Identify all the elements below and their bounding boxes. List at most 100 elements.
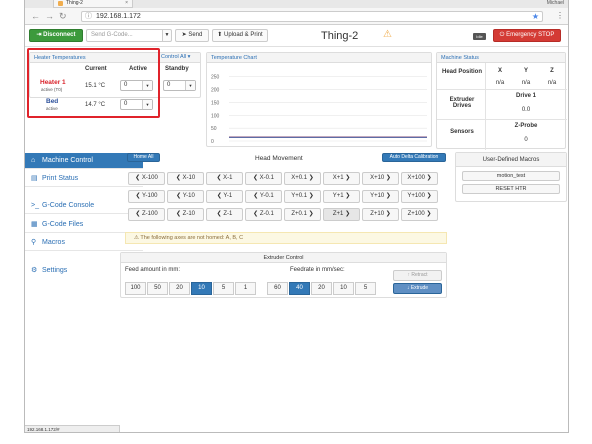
feedrate-button[interactable]: 5 [355,282,376,295]
move-button[interactable]: X+100 ❯ [401,172,438,185]
drive1-label: Drive 1 [515,93,536,99]
home-icon: ⌂ [31,157,36,164]
machine-status-title: Machine Status [437,53,565,63]
y-tick-label: 250 [211,75,220,81]
url-text: 192.168.1.172 [96,13,141,20]
status-badge: Idle [473,33,486,40]
move-button[interactable]: Z+10 ❯ [362,208,399,221]
extruder-drives-label: Extruder Drives [449,97,475,109]
feed-amount-button[interactable]: 1 [235,282,256,295]
move-button[interactable]: ❮ Y-1 [206,190,243,203]
sidebar-item-gcode-console[interactable]: >_ G-Code Console [25,198,143,214]
feed-amount-button[interactable]: 50 [147,282,168,295]
move-button[interactable]: Z+1 ❯ [323,208,360,221]
back-icon[interactable]: ← [31,11,40,21]
upload-print-button[interactable]: ⬆ Upload & Print [212,29,268,42]
move-button[interactable]: ❮ X-0.1 [245,172,282,185]
move-button[interactable]: ❮ Y-0.1 [245,190,282,203]
address-bar[interactable]: ⓘ 192.168.1.172 ★ [81,11,543,22]
settings-icon: ⚙ [31,267,38,274]
feed-amount-button[interactable]: 100 [125,282,146,295]
sidebar-item-machine-control[interactable]: ⌂ Machine Control [25,153,143,169]
move-button[interactable]: ❮ X-100 [128,172,165,185]
status-bar-url: 192.168.1.172/# [25,425,120,432]
retract-button[interactable]: ↑ Retract [393,270,442,281]
profile-name[interactable]: Michael [547,0,564,7]
feedrate-button[interactable]: 10 [333,282,354,295]
move-button[interactable]: ❮ Z-10 [167,208,204,221]
send-button[interactable]: ➤ Send [175,29,209,42]
emergency-stop-button[interactable]: ⏻ Emergency STOP [493,29,561,42]
info-icon[interactable]: ⓘ [85,12,92,22]
y-tick-label: 200 [211,88,220,94]
tab-title: Thing-2 [66,0,83,6]
y-tick-label: 100 [211,113,220,119]
feedrate-button[interactable]: 40 [289,282,310,295]
move-button[interactable]: ❮ X-10 [167,172,204,185]
bookmark-star-icon[interactable]: ★ [532,12,539,22]
move-button[interactable]: ❮ X-1 [206,172,243,185]
feedrate-button[interactable]: 20 [311,282,332,295]
favicon-icon [58,1,63,6]
feed-amount-button[interactable]: 20 [169,282,190,295]
move-button[interactable]: ❮ Z-100 [128,208,165,221]
move-button[interactable]: Y+1 ❯ [323,190,360,203]
move-button[interactable]: Z+100 ❯ [401,208,438,221]
feed-amount-button[interactable]: 5 [213,282,234,295]
sidebar-item-gcode-files[interactable]: ▦ G-Code Files [25,217,143,233]
axis-x-label: X [497,68,502,74]
feedrate-button[interactable]: 60 [267,282,288,295]
temperature-chart-panel: Temperature Chart 0 50 100 150 200 250 [206,52,432,147]
browser-tab[interactable]: Thing-2 × [53,0,133,8]
app-toolbar: ⇥ Disconnect Send G-Code... ▼ ➤ Send ⬆ U… [25,25,568,47]
move-button[interactable]: Z+0.1 ❯ [284,208,321,221]
macros-title: User-Defined Macros [456,153,566,167]
move-button[interactable]: X+0.1 ❯ [284,172,321,185]
close-tab-icon[interactable]: × [125,0,128,7]
gcode-history-dropdown[interactable]: ▼ [162,29,172,42]
control-all-dropdown[interactable]: Control All ▾ [161,54,190,60]
machine-name: Thing-2 [321,30,359,42]
disconnect-button[interactable]: ⇥ Disconnect [29,29,83,42]
move-button[interactable]: ❮ Z-1 [206,208,243,221]
move-button[interactable]: ❮ Z-0.1 [245,208,282,221]
macros-icon: ⚲ [31,239,37,246]
forward-icon[interactable]: → [45,11,54,21]
move-button[interactable]: ❮ Y-10 [167,190,204,203]
axis-y-label: Y [523,68,528,74]
feed-amount-button[interactable]: 10 [191,282,212,295]
caret-down-icon: ▼ [185,81,195,90]
macro-button[interactable]: RESET HTR [462,184,560,194]
move-button[interactable]: X+1 ❯ [323,172,360,185]
tab-bar: Thing-2 × Michael [25,0,568,8]
extruder-title: Extruder Control [121,253,446,263]
highlight-box [27,48,160,118]
sidebar-item-print-status[interactable]: ▤ Print Status [25,171,143,187]
col-standby: Standby [165,66,189,72]
not-homed-warning: ⚠ The following axes are not homed: A, B… [125,232,447,244]
move-button[interactable]: Y+100 ❯ [401,190,438,203]
zprobe-label: Z-Probe [514,123,538,129]
drive1-value: 0.0 [521,107,531,113]
temperature-chart: 0 50 100 150 200 250 [211,75,427,145]
home-all-button[interactable]: Home All [127,153,160,162]
upload-icon: ⬆ [217,32,224,38]
y-tick-label: 0 [211,139,214,145]
gcode-input[interactable]: Send G-Code... [86,29,171,42]
heater1-standby-select[interactable]: 0 ▼ [163,80,196,91]
y-tick-label: 50 [211,126,217,132]
browser-menu-icon[interactable]: ⋮ [556,11,564,20]
status-icon: ▤ [31,175,38,182]
auto-delta-calibration-button[interactable]: Auto Delta Calibration [382,153,446,162]
macro-button[interactable]: motion_test [462,171,560,181]
reload-icon[interactable]: ↻ [59,11,67,21]
move-button[interactable]: Y+10 ❯ [362,190,399,203]
move-button[interactable]: X+10 ❯ [362,172,399,185]
extrude-button[interactable]: ↓ Extrude [393,283,442,294]
move-button[interactable]: ❮ Y-100 [128,190,165,203]
machine-status-panel: Machine Status Head Position X Y Z n/a n… [436,52,567,150]
move-button[interactable]: Y+0.1 ❯ [284,190,321,203]
files-icon: ▦ [31,221,38,228]
browser-toolbar: ← → ↻ ⓘ 192.168.1.172 ★ ⋮ [25,8,568,25]
axis-y-value: n/a [521,80,531,86]
